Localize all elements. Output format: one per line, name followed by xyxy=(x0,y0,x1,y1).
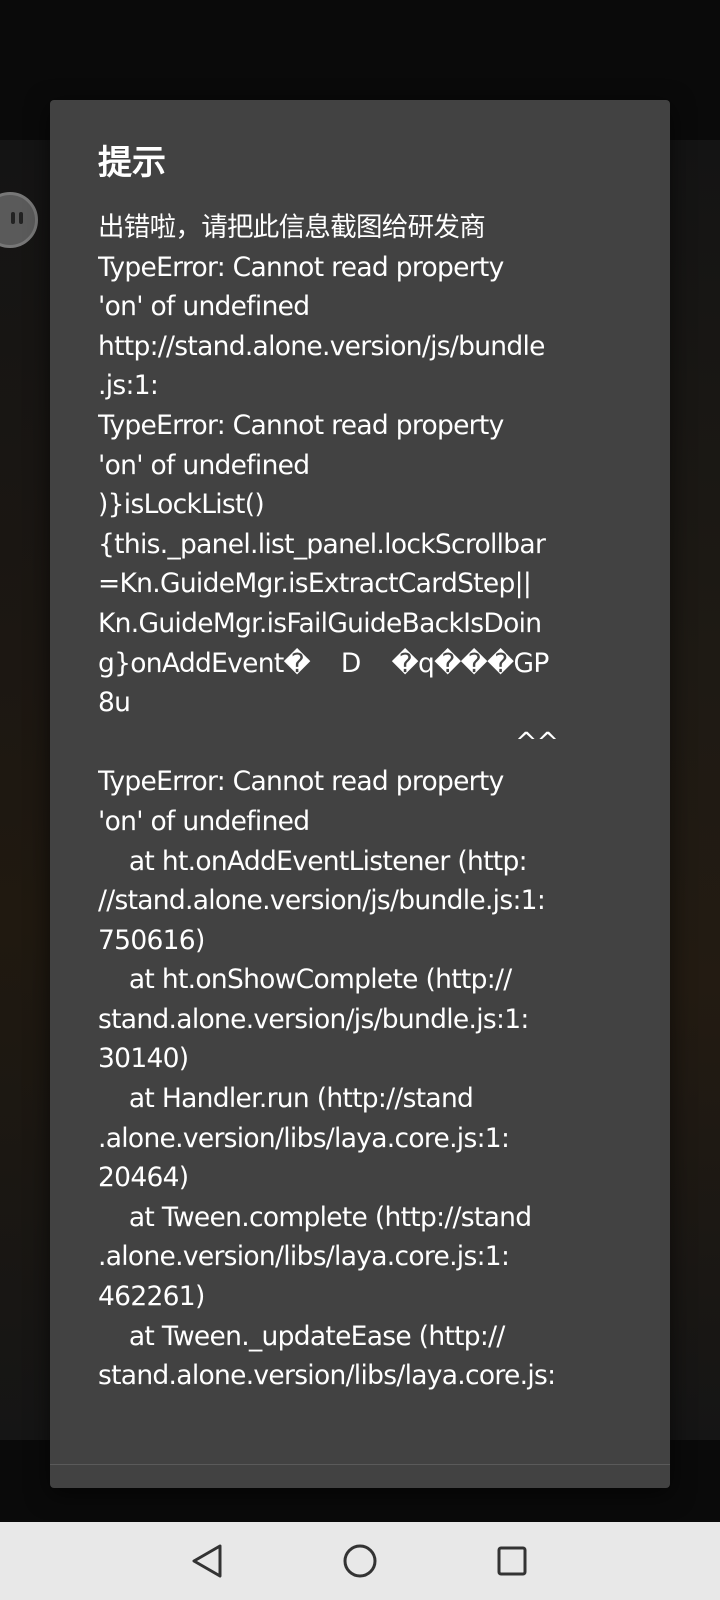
back-icon xyxy=(192,1544,222,1578)
dialog-title: 提示 xyxy=(98,143,166,183)
background-scene-left xyxy=(0,140,50,1440)
home-icon xyxy=(343,1544,377,1578)
recents-button[interactable] xyxy=(481,1530,543,1592)
error-message-scroll[interactable]: 出错啦，请把此信息截图给研发商 TypeError: Cannot read p… xyxy=(98,208,638,1463)
back-button[interactable] xyxy=(176,1530,238,1592)
error-dialog: 提示 出错啦，请把此信息截图给研发商 TypeError: Cannot rea… xyxy=(50,100,670,1488)
error-message: 出错啦，请把此信息截图给研发商 TypeError: Cannot read p… xyxy=(98,212,559,1392)
recents-icon xyxy=(497,1546,527,1576)
navigation-bar xyxy=(0,1522,720,1600)
home-button[interactable] xyxy=(329,1530,391,1592)
dialog-divider xyxy=(50,1464,670,1465)
